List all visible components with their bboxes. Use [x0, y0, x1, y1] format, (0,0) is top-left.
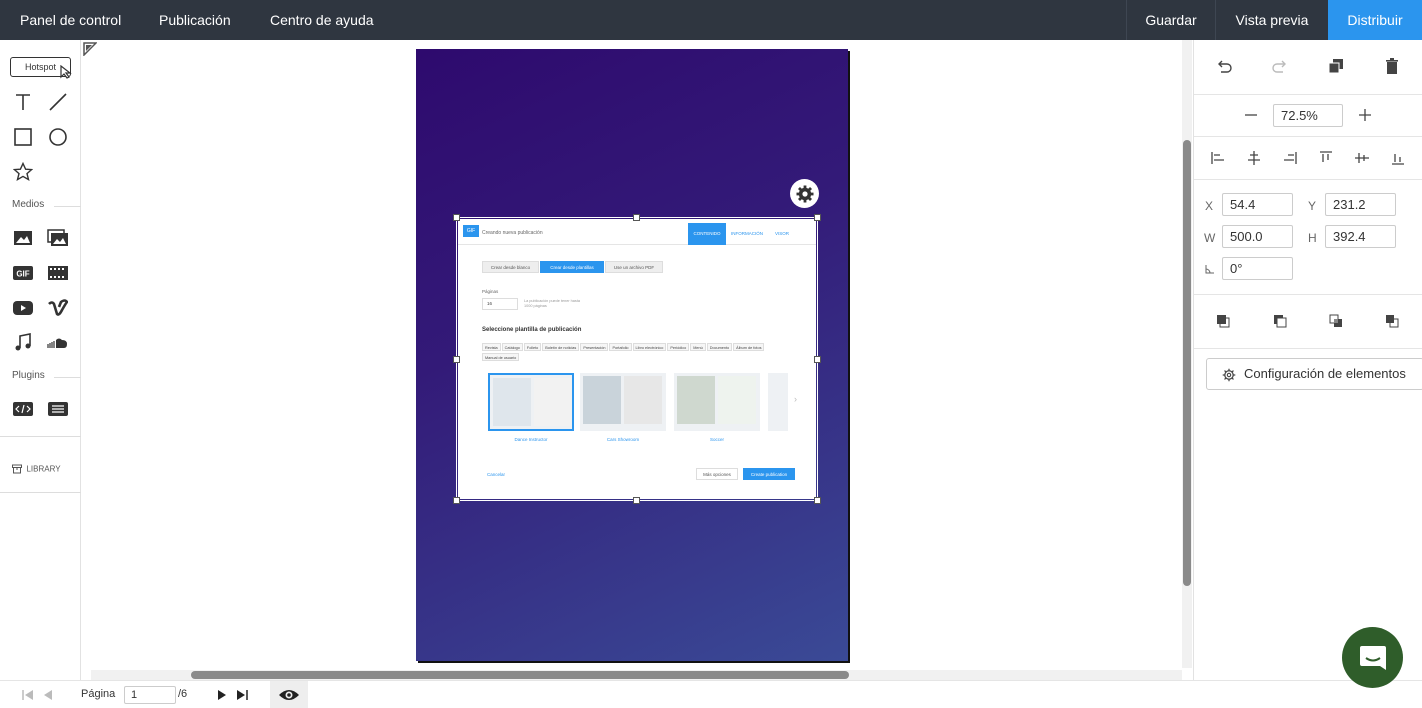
vertical-scrollbar[interactable]: [1182, 40, 1192, 668]
previous-page-icon[interactable]: [42, 689, 54, 701]
horizontal-scrollbar[interactable]: [91, 670, 1182, 680]
horizontal-scroll-thumb[interactable]: [191, 671, 849, 679]
divider: [54, 377, 81, 378]
svg-text:GIF: GIF: [16, 270, 29, 279]
resize-handle[interactable]: [814, 214, 821, 221]
nav-dashboard[interactable]: Panel de control: [20, 0, 121, 40]
eye-icon: [279, 690, 299, 700]
resize-handle[interactable]: [633, 214, 640, 221]
duplicate-icon[interactable]: [1326, 56, 1346, 76]
text-tool-icon[interactable]: [11, 90, 35, 114]
align-left-icon[interactable]: [1208, 148, 1228, 168]
library-label: LIBRARY: [26, 464, 61, 474]
next-page-icon[interactable]: [216, 689, 228, 701]
resize-handle[interactable]: [453, 214, 460, 221]
soundcloud-icon[interactable]: [46, 331, 70, 355]
distribute-button[interactable]: Distribuir: [1328, 0, 1422, 40]
zoom-field[interactable]: 72.5%: [1273, 104, 1343, 127]
zoom-in-icon[interactable]: [1355, 105, 1375, 125]
library-button[interactable]: LIBRARY: [12, 460, 61, 478]
divider: [1194, 294, 1422, 295]
align-bottom-icon[interactable]: [1388, 148, 1408, 168]
nav-help-center[interactable]: Centro de ayuda: [270, 0, 374, 40]
gear-icon: [796, 185, 813, 202]
y-field[interactable]: 231.2: [1325, 193, 1396, 216]
audio-icon[interactable]: [11, 331, 35, 355]
rotation-field[interactable]: 0°: [1222, 257, 1293, 280]
align-top-icon[interactable]: [1316, 148, 1336, 168]
element-settings-gear-button[interactable]: [790, 179, 819, 208]
preview-button[interactable]: Vista previa: [1215, 0, 1328, 40]
chat-support-button[interactable]: [1342, 627, 1403, 688]
cursor-icon: [60, 65, 72, 79]
page-number-input[interactable]: 1: [124, 686, 176, 704]
collapse-panel-icon[interactable]: [83, 42, 97, 56]
video-film-tool-icon[interactable]: [46, 261, 70, 285]
divider: [1194, 348, 1422, 349]
tools-panel: Hotspot Medios GIF Plugins LIBRARY: [0, 40, 81, 680]
media-section-label: Medios: [12, 199, 45, 210]
zoom-out-icon[interactable]: [1241, 105, 1261, 125]
rotation-angle-icon: [1205, 265, 1214, 274]
divider: [54, 206, 81, 207]
page-total: /6: [178, 688, 188, 700]
h-label: H: [1308, 231, 1317, 245]
send-backward-icon[interactable]: [1382, 311, 1402, 331]
nav-publication[interactable]: Publicación: [159, 0, 231, 40]
divider: [1194, 136, 1422, 137]
circle-tool-icon[interactable]: [46, 125, 70, 149]
height-field[interactable]: 392.4: [1325, 225, 1396, 248]
divider: [0, 436, 81, 437]
bring-to-front-icon[interactable]: [1213, 311, 1233, 331]
y-label: Y: [1308, 199, 1317, 213]
selection-box: [456, 217, 818, 501]
width-field[interactable]: 500.0: [1222, 225, 1293, 248]
chat-icon: [1359, 645, 1386, 670]
resize-handle[interactable]: [814, 356, 821, 363]
gear-icon: [1222, 368, 1236, 382]
redo-icon[interactable]: [1270, 56, 1290, 76]
vimeo-icon[interactable]: [46, 296, 70, 320]
gallery-tool-icon[interactable]: [46, 226, 70, 250]
element-settings-button[interactable]: Configuración de elementos: [1206, 358, 1422, 390]
resize-handle[interactable]: [453, 497, 460, 504]
align-right-icon[interactable]: [1280, 148, 1300, 168]
archive-icon: [12, 464, 22, 474]
properties-panel: 72.5% X 54.4 Y 231.2 W 500.0 H 392.4 0° …: [1193, 40, 1422, 680]
resize-handle[interactable]: [814, 497, 821, 504]
vertical-scroll-thumb[interactable]: [1183, 140, 1191, 586]
bring-forward-icon[interactable]: [1326, 311, 1346, 331]
align-center-horizontal-icon[interactable]: [1244, 148, 1264, 168]
divider: [0, 492, 81, 493]
x-label: X: [1205, 199, 1214, 213]
align-middle-vertical-icon[interactable]: [1352, 148, 1372, 168]
x-field[interactable]: 54.4: [1222, 193, 1293, 216]
send-to-back-icon[interactable]: [1270, 311, 1290, 331]
page-label: Página: [81, 688, 116, 700]
page-navigation-bar: Página 1 /6: [0, 680, 1422, 708]
last-page-icon[interactable]: [236, 689, 248, 701]
first-page-icon[interactable]: [22, 689, 34, 701]
image-tool-icon[interactable]: [11, 226, 35, 250]
star-tool-icon[interactable]: [11, 160, 35, 184]
gif-tool-icon[interactable]: GIF: [11, 261, 35, 285]
embed-code-icon[interactable]: [11, 397, 35, 421]
w-label: W: [1204, 231, 1216, 245]
save-button[interactable]: Guardar: [1126, 0, 1215, 40]
rectangle-tool-icon[interactable]: [11, 125, 35, 149]
element-settings-label: Configuración de elementos: [1244, 366, 1406, 381]
youtube-icon[interactable]: [11, 296, 35, 320]
delete-icon[interactable]: [1382, 56, 1402, 76]
preview-visibility-button[interactable]: [270, 681, 308, 708]
resize-handle[interactable]: [453, 356, 460, 363]
hotspot-label: Hotspot: [24, 62, 57, 72]
undo-icon[interactable]: [1214, 56, 1234, 76]
plugins-section-label: Plugins: [12, 370, 45, 381]
divider: [1194, 94, 1422, 95]
form-list-icon[interactable]: [46, 397, 70, 421]
line-tool-icon[interactable]: [46, 90, 70, 114]
top-bar: Panel de control Publicación Centro de a…: [0, 0, 1422, 40]
divider: [1194, 179, 1422, 180]
resize-handle[interactable]: [633, 497, 640, 504]
